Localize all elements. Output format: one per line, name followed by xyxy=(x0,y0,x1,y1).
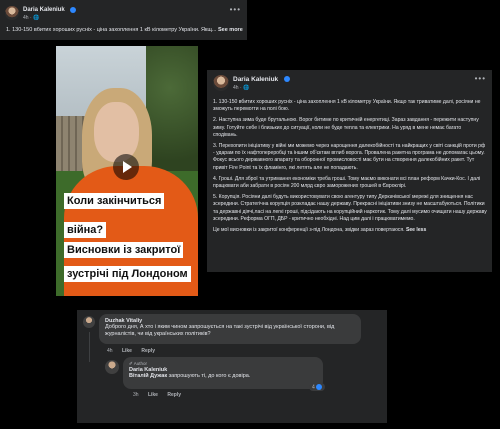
post-paragraph: 4. Гроші. Для зброї та утримання економі… xyxy=(213,175,481,190)
comments-section: Duzhak Vitaliy Доброго дня, А хто і яким… xyxy=(77,310,387,423)
post-text-truncated: 1. 130-150 вбитих хороших русніх - ціна … xyxy=(6,27,244,33)
play-icon[interactable] xyxy=(113,154,139,180)
video-caption-line-2: війна? xyxy=(64,222,107,238)
reaction-count: 4 xyxy=(312,384,315,391)
verified-badge-icon xyxy=(70,7,76,13)
reply-actions: 3h Like Reply xyxy=(133,392,189,398)
comment-time[interactable]: 4h xyxy=(107,348,113,354)
author-name[interactable]: Daria Kaleniuk xyxy=(23,7,65,13)
video-caption-line-3: Висновки із закритої xyxy=(64,242,184,258)
post-body: 1. 130-150 вбитих хороших русніх - ціна … xyxy=(213,99,487,238)
reply-time[interactable]: 3h xyxy=(133,392,139,398)
mention-link[interactable]: Віталій Дужак xyxy=(129,373,167,379)
post-paragraph: 3. Перехопити ініціативу у війні ми може… xyxy=(213,143,486,171)
see-more-link[interactable]: See more xyxy=(218,27,243,33)
comment-text: Доброго дня, А хто і яким чином запрошує… xyxy=(105,324,335,337)
person-face xyxy=(94,102,139,162)
post-last-line: Це мої висновки із закритої конференції … xyxy=(213,227,487,234)
reply-button[interactable]: Reply xyxy=(167,392,181,398)
main-post-card: Daria Kaleniuk 4h · 🌐 ••• 1. 130-150 вби… xyxy=(207,70,492,272)
reply-bubble: ✐ Author Daria Kaleniuk Віталій Дужак за… xyxy=(123,357,323,389)
post-paragraph: 1. 130-150 вбитих хороших русніх - ціна … xyxy=(213,99,481,113)
thread-line xyxy=(89,332,90,362)
post-text: 1. 130-150 вбитих хороших русніх - ціна … xyxy=(6,27,217,33)
author-name[interactable]: Daria Kaleniuk xyxy=(233,76,278,83)
post-paragraph: 5. Корупція. Росіяни далі будуть викорис… xyxy=(213,194,487,222)
see-less-link[interactable]: See less xyxy=(406,227,426,233)
post-paragraph: 2. Наступна зима буде брутальною. Ворог … xyxy=(213,117,479,138)
reply-author-avatar[interactable] xyxy=(105,360,119,374)
post-meta: 4h · 🌐 xyxy=(23,15,40,21)
commenter-avatar[interactable] xyxy=(83,316,95,328)
like-button[interactable]: Like xyxy=(122,348,132,354)
comment-bubble: Duzhak Vitaliy Доброго дня, А хто і яким… xyxy=(99,314,361,344)
comment-actions: 4h Like Reply xyxy=(107,348,163,354)
verified-badge-icon xyxy=(284,76,290,82)
post-meta: 4h · 🌐 xyxy=(233,85,250,91)
reply-text-line: Віталій Дужак запрошують ті, до кого є д… xyxy=(129,373,317,380)
video-caption-line-1: Коли закінчиться xyxy=(64,193,165,209)
post-last-line-text: Це мої висновки із закритої конференції … xyxy=(213,227,405,234)
video-caption-line-4: зустрічі під Лондоном xyxy=(64,266,191,282)
more-options-icon[interactable]: ••• xyxy=(475,74,486,83)
like-button[interactable]: Like xyxy=(148,392,158,398)
author-avatar[interactable] xyxy=(5,6,19,20)
like-reaction-icon xyxy=(316,384,323,390)
author-avatar[interactable] xyxy=(213,75,229,91)
more-options-icon[interactable]: ••• xyxy=(230,5,241,14)
reply-button[interactable]: Reply xyxy=(141,348,155,354)
video-thumbnail[interactable]: Коли закінчиться війна? Висновки із закр… xyxy=(56,46,198,296)
top-post-card: Daria Kaleniuk 4h · 🌐 ••• 1. 130-150 вби… xyxy=(0,0,247,40)
reactions-count[interactable]: 4 xyxy=(309,383,326,392)
tree xyxy=(146,46,198,186)
reply-text: запрошують ті, до кого є довіра. xyxy=(168,373,251,379)
